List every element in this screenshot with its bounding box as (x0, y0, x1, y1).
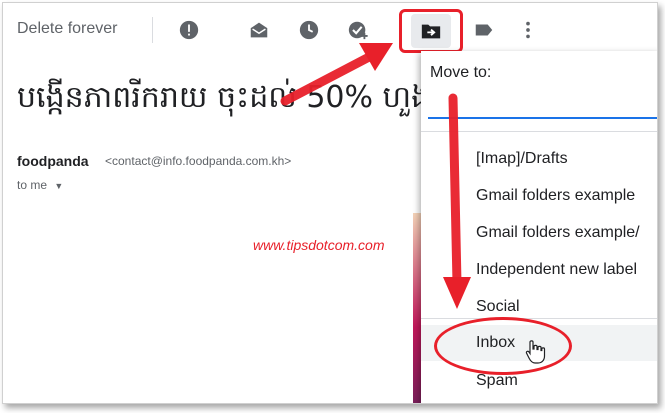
move-to-menu-title: Move to: (430, 64, 492, 81)
snooze-icon[interactable] (296, 17, 322, 43)
inbox-highlight-ring (434, 317, 572, 375)
menu-item-independent-new-label[interactable]: Independent new label (421, 252, 657, 288)
email-subject: បង្កើនភាពរីករាយ ចុះដល់ 50% ហួង (17, 80, 431, 115)
recipient-label: to me (17, 178, 48, 192)
delete-forever-button[interactable]: Delete forever (17, 20, 118, 38)
screenshot-frame: Delete forever បង្កើនភាពរីករាយ ចុះដល់ 50… (2, 2, 658, 404)
label-search-input[interactable] (428, 93, 657, 119)
move-to-button[interactable] (399, 9, 463, 53)
chevron-down-icon: ▼ (54, 181, 64, 191)
sender-name: foodpanda (17, 153, 89, 169)
recipient-details-toggle[interactable]: to me ▼ (17, 178, 63, 192)
move-to-button-highlight (411, 14, 451, 48)
more-options-icon[interactable] (515, 17, 541, 43)
menu-divider (421, 131, 657, 132)
watermark: www.tipsdotcom.com (253, 237, 385, 253)
email-image-edge (413, 213, 421, 403)
menu-item-gmail-folders-example[interactable]: Gmail folders example (421, 178, 657, 214)
menu-item-social[interactable]: Social (421, 289, 657, 317)
menu-item-imap-drafts[interactable]: [Imap]/Drafts (421, 141, 657, 177)
report-spam-icon[interactable] (176, 17, 202, 43)
menu-divider (421, 318, 657, 319)
sender-email: <contact@info.foodpanda.com.kh> (105, 154, 292, 168)
toolbar-divider (152, 17, 153, 43)
label-icon[interactable] (471, 17, 497, 43)
add-task-icon[interactable] (345, 17, 371, 43)
move-to-icon (421, 24, 441, 39)
mark-unread-icon[interactable] (246, 17, 272, 43)
menu-item-gmail-folders-example-sub[interactable]: Gmail folders example/ (421, 215, 657, 251)
